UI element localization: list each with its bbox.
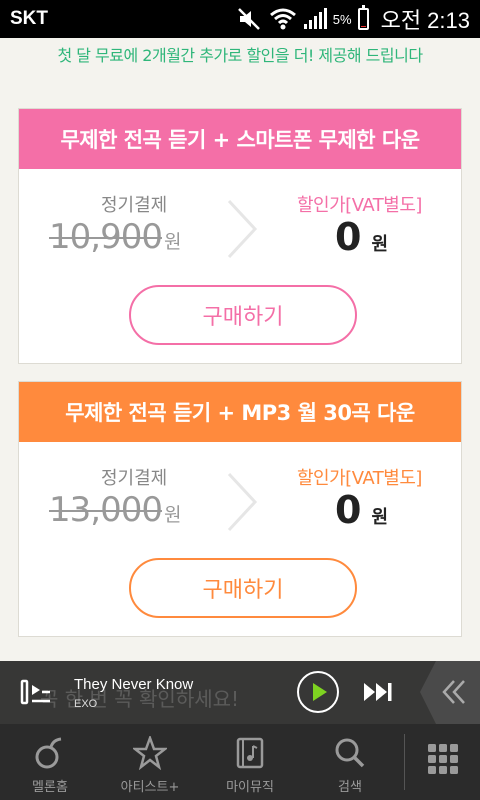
discount-price: 0원 (335, 488, 388, 532)
search-icon (335, 738, 365, 768)
plan-card-mp3: 무제한 전곡 듣기 + MP3 월 30곡 다운 정기결제 13,000 원 할인… (18, 381, 462, 637)
melon-icon (35, 737, 62, 769)
battery-icon (357, 5, 369, 30)
next-track-icon[interactable] (362, 681, 394, 703)
discount-price-unit: 원 (371, 234, 389, 255)
status-bar: SKT 5% 오전 2:13 (0, 0, 480, 38)
original-price-value: 13,000 (49, 490, 163, 530)
nav-item-artist-plus[interactable]: 아티스트+ (100, 724, 200, 800)
nav-item-melon-home[interactable]: 멜론홈 (0, 724, 100, 800)
discount-price-value: 0 (335, 488, 362, 532)
clock: 오전 2:13 (380, 8, 470, 33)
promo-text: 첫 달 무료에 2개월간 추가로 할인을 더! 제공해 드립니다 (57, 46, 423, 65)
play-button[interactable] (297, 671, 339, 713)
song-artist: EXO (74, 698, 98, 710)
original-price-unit: 원 (163, 231, 182, 253)
regular-payment-label: 정기결제 (101, 468, 168, 489)
nav-label: 마이뮤직 (226, 780, 274, 795)
signal-icon (303, 8, 327, 29)
buy-button[interactable]: 구매하기 (129, 558, 357, 618)
discount-price-label: 할인가[VAT별도] (297, 195, 422, 216)
original-price: 10,900 원 (49, 217, 182, 257)
music-note-icon (236, 737, 264, 769)
mute-icon (237, 8, 260, 30)
collapse-player-icon[interactable] (420, 661, 480, 724)
discount-price-label: 할인가[VAT별도] (297, 468, 422, 489)
original-price: 13,000 원 (49, 490, 182, 530)
discount-price-unit: 원 (371, 507, 389, 528)
regular-payment-label: 정기결제 (101, 195, 168, 216)
discount-price: 0원 (335, 215, 388, 259)
discount-price-value: 0 (335, 215, 362, 259)
plan-card-smartphone: 무제한 전곡 듣기 + 스마트폰 무제한 다운 정기결제 10,900 원 할인가… (18, 108, 462, 364)
mini-player: 꼭 한 번 꼭 확인하세요! They Never Know EXO (0, 661, 480, 724)
bottom-navigation: 멜론홈 아티스트+ 마이뮤직 검색 (0, 724, 480, 800)
battery-percent: 5% (332, 11, 352, 27)
song-title[interactable]: They Never Know (74, 676, 193, 693)
nav-item-my-music[interactable]: 마이뮤직 (200, 724, 300, 800)
chevron-right-icon (227, 472, 258, 532)
original-price-unit: 원 (163, 504, 182, 526)
star-icon (133, 736, 167, 770)
grid-menu-icon[interactable] (428, 744, 458, 774)
nav-label: 검색 (338, 780, 362, 795)
plan-title: 무제한 전곡 듣기 + MP3 월 30곡 다운 (19, 382, 461, 442)
playlist-icon[interactable] (20, 678, 52, 706)
nav-divider (404, 734, 405, 790)
buy-button[interactable]: 구매하기 (129, 285, 357, 345)
play-icon (313, 683, 327, 701)
wifi-icon (269, 8, 296, 30)
plan-title: 무제한 전곡 듣기 + 스마트폰 무제한 다운 (19, 109, 461, 169)
nav-label: 아티스트+ (120, 780, 180, 795)
chevron-right-icon (227, 199, 258, 259)
nav-label: 멜론홈 (32, 780, 68, 795)
original-price-value: 10,900 (49, 217, 163, 257)
carrier-name: SKT (10, 8, 48, 29)
nav-item-search[interactable]: 검색 (300, 724, 400, 800)
status-icons: 5% 오전 2:13 (237, 4, 470, 34)
